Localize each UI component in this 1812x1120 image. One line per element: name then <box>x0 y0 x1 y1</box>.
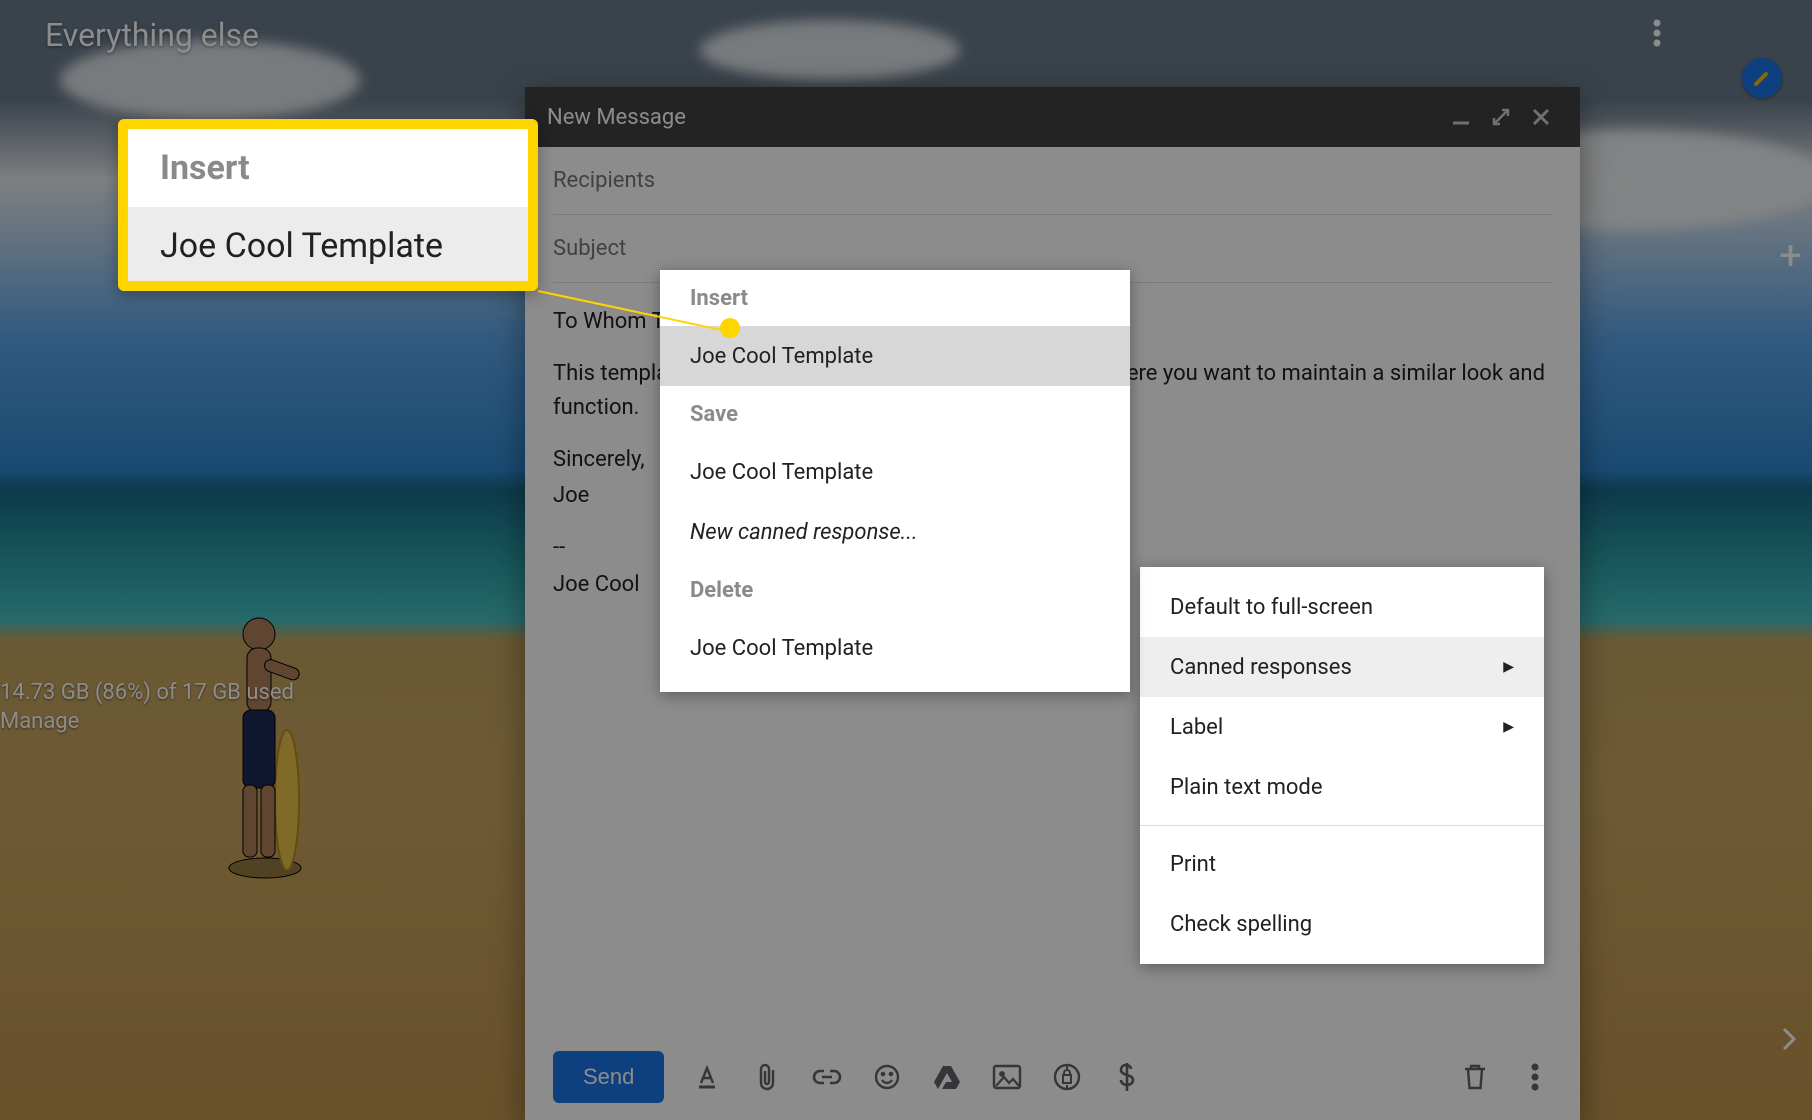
photo-icon[interactable] <box>990 1060 1024 1094</box>
menu-item-label: Label <box>1170 715 1223 740</box>
compose-header[interactable]: New Message <box>525 87 1580 147</box>
menu-item-label: Joe Cool Template <box>690 344 873 369</box>
chevron-right-icon[interactable] <box>1780 1025 1798 1060</box>
menu-item-label: Default to full-screen <box>1170 595 1373 620</box>
more-options-menu: Default to full-screen Canned responses … <box>1140 567 1544 964</box>
menu-item-fullscreen[interactable]: Default to full-screen <box>1140 577 1544 637</box>
more-options-topbar[interactable] <box>1642 18 1672 48</box>
menu-item-label: Check spelling <box>1170 912 1312 937</box>
menu-item-label: Joe Cool Template <box>690 460 873 485</box>
fullscreen-button[interactable] <box>1484 100 1518 134</box>
right-icon-rail: + <box>1752 0 1812 1120</box>
minimize-icon <box>1450 106 1472 128</box>
storage-manage-link[interactable]: Manage <box>0 709 294 734</box>
formatting-icon[interactable] <box>690 1060 724 1094</box>
menu-item-label-submenu[interactable]: Label ▶ <box>1140 697 1544 757</box>
menu-item-check-spelling[interactable]: Check spelling <box>1140 894 1544 954</box>
minimize-button[interactable] <box>1444 100 1478 134</box>
cloud-decoration <box>700 20 960 80</box>
recipients-placeholder: Recipients <box>553 168 655 193</box>
canned-section-delete: Delete <box>660 562 1130 618</box>
more-vertical-icon <box>1531 1063 1539 1091</box>
close-button[interactable] <box>1524 100 1558 134</box>
submenu-arrow-icon: ▶ <box>1503 659 1514 675</box>
send-button[interactable]: Send <box>553 1051 664 1103</box>
subject-placeholder: Subject <box>553 236 626 261</box>
canned-section-save: Save <box>660 386 1130 442</box>
menu-item-canned-responses[interactable]: Canned responses ▶ <box>1140 637 1544 697</box>
more-vertical-icon <box>1653 19 1661 47</box>
menu-divider <box>1140 825 1544 826</box>
category-label: Everything else <box>45 16 259 54</box>
canned-item-save-template[interactable]: Joe Cool Template <box>660 442 1130 502</box>
money-icon[interactable] <box>1110 1060 1144 1094</box>
close-icon <box>1530 106 1552 128</box>
add-icon[interactable]: + <box>1779 232 1802 279</box>
storage-status: 14.73 GB (86%) of 17 GB used Manage <box>0 680 294 734</box>
surfer-illustration <box>225 600 305 880</box>
recipients-field[interactable]: Recipients <box>553 147 1552 215</box>
link-icon[interactable] <box>810 1060 844 1094</box>
compose-title: New Message <box>547 105 1438 130</box>
compose-toolbar: Send <box>525 1040 1580 1120</box>
menu-item-label: Plain text mode <box>1170 775 1323 800</box>
attach-icon[interactable] <box>750 1060 784 1094</box>
confidential-icon[interactable] <box>1050 1060 1084 1094</box>
drive-icon[interactable] <box>930 1060 964 1094</box>
menu-item-label: Canned responses <box>1170 655 1352 680</box>
menu-item-plain-text[interactable]: Plain text mode <box>1140 757 1544 817</box>
menu-item-label: Print <box>1170 852 1216 877</box>
storage-used-text: 14.73 GB (86%) of 17 GB used <box>0 680 294 705</box>
discard-icon[interactable] <box>1458 1060 1492 1094</box>
annotation-leader-dot <box>720 318 740 338</box>
emoji-icon[interactable] <box>870 1060 904 1094</box>
menu-item-label: Joe Cool Template <box>690 636 873 661</box>
submenu-arrow-icon: ▶ <box>1503 719 1514 735</box>
expand-icon <box>1490 106 1512 128</box>
canned-item-new-response[interactable]: New canned response... <box>660 502 1130 562</box>
menu-item-label: New canned response... <box>690 520 918 545</box>
callout-header: Insert <box>128 129 528 207</box>
callout-item: Joe Cool Template <box>128 207 528 285</box>
more-options-button[interactable] <box>1518 1060 1552 1094</box>
annotation-callout: Insert Joe Cool Template <box>118 119 538 291</box>
canned-item-delete-template[interactable]: Joe Cool Template <box>660 618 1130 678</box>
menu-item-print[interactable]: Print <box>1140 834 1544 894</box>
